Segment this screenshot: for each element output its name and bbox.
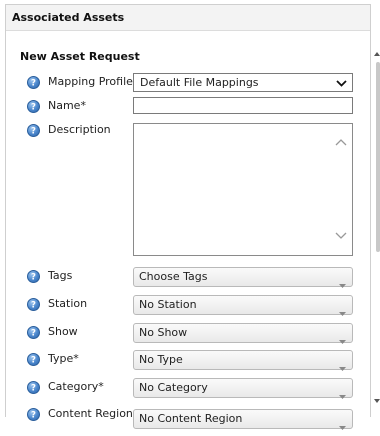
category-value: No Category [139,381,208,394]
panel-title: Associated Assets [6,5,370,31]
name-input[interactable] [133,97,353,114]
show-dropdown[interactable]: No Show [133,323,353,344]
page-scrollbar[interactable] [373,0,380,417]
tags-label: Tags [48,269,73,282]
help-icon[interactable]: ? [27,76,40,89]
mapping-profile-label: Mapping Profile [48,75,133,88]
show-row: ? Show No Show [6,323,372,344]
svg-text:?: ? [31,384,36,393]
category-label: Category* [48,380,104,393]
scroll-up-icon[interactable] [374,46,380,59]
help-icon[interactable]: ? [27,100,40,113]
caret-down-icon [339,304,346,322]
svg-text:?: ? [31,301,36,310]
station-dropdown[interactable]: No Station [133,295,353,316]
description-row: ? Description [6,121,372,256]
help-icon[interactable]: ? [27,298,40,311]
caret-down-icon [339,418,346,436]
category-row: ? Category* No Category [6,378,372,399]
type-value: No Type [139,353,183,366]
associated-assets-panel: Associated Assets New Asset Request ? Ma… [5,4,372,430]
caret-down-icon [339,387,346,405]
description-textarea[interactable] [133,123,353,256]
content-region-label: Content Region [48,407,133,420]
svg-text:?: ? [31,273,36,282]
scroll-down-icon[interactable] [374,393,380,406]
station-label: Station [48,297,88,310]
chevron-down-icon [336,77,347,94]
station-row: ? Station No Station [6,295,372,316]
tags-row: ? Tags Choose Tags [6,267,372,288]
type-row: ? Type* No Type [6,350,372,371]
scroll-up-icon[interactable] [335,136,347,149]
station-value: No Station [139,298,197,311]
help-icon[interactable]: ? [27,270,40,283]
mapping-profile-value: Default File Mappings [140,76,259,89]
svg-text:?: ? [31,103,36,112]
help-icon[interactable]: ? [27,124,40,137]
svg-text:?: ? [31,329,36,338]
help-icon[interactable]: ? [27,381,40,394]
section-title: New Asset Request [20,50,140,63]
svg-text:?: ? [31,411,36,420]
tags-dropdown[interactable]: Choose Tags [133,267,353,288]
scroll-down-icon[interactable] [335,230,347,243]
content-region-row: ? Content Region No Content Region [6,405,372,430]
name-label: Name* [48,99,86,112]
help-icon[interactable]: ? [27,408,40,421]
svg-text:?: ? [31,127,36,136]
category-dropdown[interactable]: No Category [133,378,353,399]
caret-down-icon [339,359,346,377]
caret-down-icon [339,276,346,294]
show-value: No Show [139,326,188,339]
caret-down-icon [339,332,346,350]
description-label: Description [48,123,111,136]
tags-value: Choose Tags [139,270,208,283]
mapping-profile-select[interactable]: Default File Mappings [133,73,353,92]
scrollbar-thumb[interactable] [376,62,380,252]
content-region-dropdown[interactable]: No Content Region [133,409,353,430]
help-icon[interactable]: ? [27,326,40,339]
svg-text:?: ? [31,356,36,365]
help-icon[interactable]: ? [27,353,40,366]
show-label: Show [48,325,78,338]
type-dropdown[interactable]: No Type [133,350,353,371]
content-region-value: No Content Region [139,412,243,425]
type-label: Type* [48,352,79,365]
svg-text:?: ? [31,79,36,88]
